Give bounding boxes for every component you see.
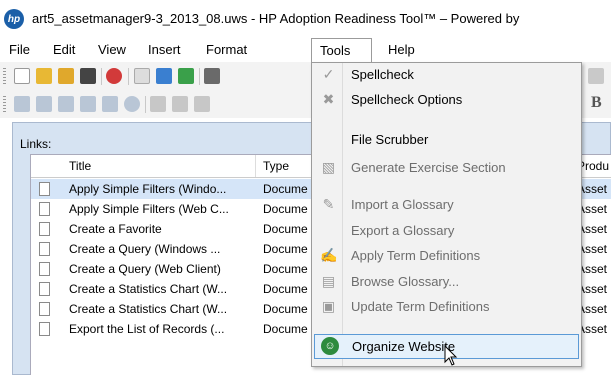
menu-format[interactable]: Format bbox=[206, 38, 247, 62]
copy-icon[interactable] bbox=[150, 96, 166, 112]
publish-icon[interactable] bbox=[156, 68, 172, 84]
menu-item-label: Update Term Definitions bbox=[351, 299, 490, 314]
row-type: Docume bbox=[263, 242, 308, 256]
menu-file[interactable]: File bbox=[9, 38, 30, 62]
add-frame-icon[interactable] bbox=[58, 96, 74, 112]
import-glossary-icon: ✎ bbox=[322, 196, 335, 212]
apply-terms-icon: ✍ bbox=[320, 247, 338, 263]
browse-glossary-icon: ▤ bbox=[321, 273, 336, 289]
toolbar-separator bbox=[101, 68, 102, 85]
record-icon[interactable] bbox=[102, 96, 118, 112]
document-icon bbox=[39, 202, 50, 216]
menu-insert[interactable]: Insert bbox=[148, 38, 181, 62]
document-icon bbox=[39, 242, 50, 256]
menu-item-label: Export a Glossary bbox=[351, 223, 455, 238]
row-type: Docume bbox=[263, 322, 308, 336]
menu-item-label: Browse Glossary... bbox=[351, 274, 460, 289]
toolbar-grip[interactable] bbox=[3, 96, 6, 112]
menu-tools[interactable]: Tools bbox=[311, 38, 372, 63]
format-icon[interactable] bbox=[588, 68, 604, 84]
toolbar-separator bbox=[199, 68, 200, 85]
document-icon bbox=[39, 302, 50, 316]
document-icon bbox=[39, 322, 50, 336]
menu-item-label: Import a Glossary bbox=[351, 197, 454, 212]
app-icon[interactable]: hp bbox=[4, 9, 24, 29]
preview-icon[interactable] bbox=[124, 96, 140, 112]
menu-item-file-scrubber[interactable]: File Scrubber bbox=[312, 127, 581, 152]
row-type: Docume bbox=[263, 302, 308, 316]
document-icon[interactable] bbox=[134, 68, 150, 84]
cut-icon[interactable] bbox=[194, 96, 210, 112]
menu-bar: File Edit View Insert Format Tools Help bbox=[0, 38, 611, 63]
column-header-title[interactable]: Title bbox=[69, 159, 91, 173]
row-type: Docume bbox=[263, 282, 308, 296]
toolbar-separator bbox=[128, 68, 129, 85]
menu-view[interactable]: View bbox=[98, 38, 126, 62]
menu-item-label: Spellcheck Options bbox=[351, 92, 463, 107]
toolbar-separator bbox=[145, 96, 146, 113]
menu-item-label: File Scrubber bbox=[351, 132, 429, 147]
add-step-icon[interactable] bbox=[14, 96, 30, 112]
row-type: Docume bbox=[263, 262, 308, 276]
toolbar-grip[interactable] bbox=[3, 68, 6, 84]
row-title: Create a Favorite bbox=[69, 222, 162, 236]
row-title: Apply Simple Filters (Web C... bbox=[69, 202, 229, 216]
spellcheck-icon: ✓ bbox=[322, 66, 335, 82]
stop-icon[interactable] bbox=[106, 68, 122, 84]
menu-edit[interactable]: Edit bbox=[53, 38, 75, 62]
column-divider[interactable] bbox=[255, 155, 256, 177]
menu-item-apply-term-definitions[interactable]: ✍ Apply Term Definitions bbox=[312, 243, 581, 268]
tools-menu: ✓ Spellcheck ✖ Spellcheck Options File S… bbox=[311, 62, 582, 367]
document-icon bbox=[39, 182, 50, 196]
menu-item-spellcheck[interactable]: ✓ Spellcheck bbox=[312, 62, 581, 87]
document-icon bbox=[39, 262, 50, 276]
add-substep-icon[interactable] bbox=[36, 96, 52, 112]
row-title: Create a Statistics Chart (W... bbox=[69, 282, 228, 296]
row-title: Apply Simple Filters (Windo... bbox=[69, 182, 227, 196]
document-icon bbox=[39, 282, 50, 296]
new-file-icon[interactable] bbox=[14, 68, 30, 84]
mouse-cursor-icon bbox=[444, 345, 458, 366]
organize-website-icon: ☺ bbox=[321, 337, 339, 355]
menu-item-update-term-definitions[interactable]: ▣ Update Term Definitions bbox=[312, 294, 581, 319]
row-title: Create a Query (Windows ... bbox=[69, 242, 221, 256]
row-title: Create a Query (Web Client) bbox=[69, 262, 221, 276]
open-folder-icon[interactable] bbox=[36, 68, 52, 84]
document-icon bbox=[39, 222, 50, 236]
title-bar: hp art5_assetmanager9-3_2013_08.uws - HP… bbox=[0, 0, 611, 38]
menu-item-label: Spellcheck bbox=[351, 67, 414, 82]
bold-icon[interactable]: B bbox=[591, 94, 609, 114]
export-icon[interactable] bbox=[178, 68, 194, 84]
menu-item-spellcheck-options[interactable]: ✖ Spellcheck Options bbox=[312, 87, 581, 112]
menu-item-label: Apply Term Definitions bbox=[351, 248, 481, 263]
add-action-icon[interactable] bbox=[80, 96, 96, 112]
tools-icon: ✖ bbox=[322, 91, 335, 107]
row-type: Docume bbox=[263, 182, 308, 196]
update-terms-icon: ▣ bbox=[321, 298, 336, 314]
save-icon[interactable] bbox=[80, 68, 96, 84]
menu-item-label: Organize Website bbox=[352, 339, 456, 354]
paste-icon[interactable] bbox=[172, 96, 188, 112]
links-label: Links: bbox=[20, 137, 52, 151]
menu-item-label: Generate Exercise Section bbox=[351, 160, 506, 175]
window-title: art5_assetmanager9-3_2013_08.uws - HP Ad… bbox=[32, 11, 520, 26]
menu-item-generate-exercise[interactable]: ▧ Generate Exercise Section bbox=[312, 155, 581, 180]
menu-item-export-glossary[interactable]: Export a Glossary bbox=[312, 218, 581, 243]
open-recent-icon[interactable] bbox=[58, 68, 74, 84]
row-type: Docume bbox=[263, 222, 308, 236]
row-type: Docume bbox=[263, 202, 308, 216]
menu-item-browse-glossary[interactable]: ▤ Browse Glossary... bbox=[312, 269, 581, 294]
menu-help[interactable]: Help bbox=[388, 38, 415, 62]
row-title: Create a Statistics Chart (W... bbox=[69, 302, 228, 316]
column-header-type[interactable]: Type bbox=[263, 159, 289, 173]
exercise-icon: ▧ bbox=[321, 159, 336, 175]
row-title: Export the List of Records (... bbox=[69, 322, 225, 336]
menu-item-import-glossary[interactable]: ✎ Import a Glossary bbox=[312, 192, 581, 217]
settings-icon[interactable] bbox=[204, 68, 220, 84]
